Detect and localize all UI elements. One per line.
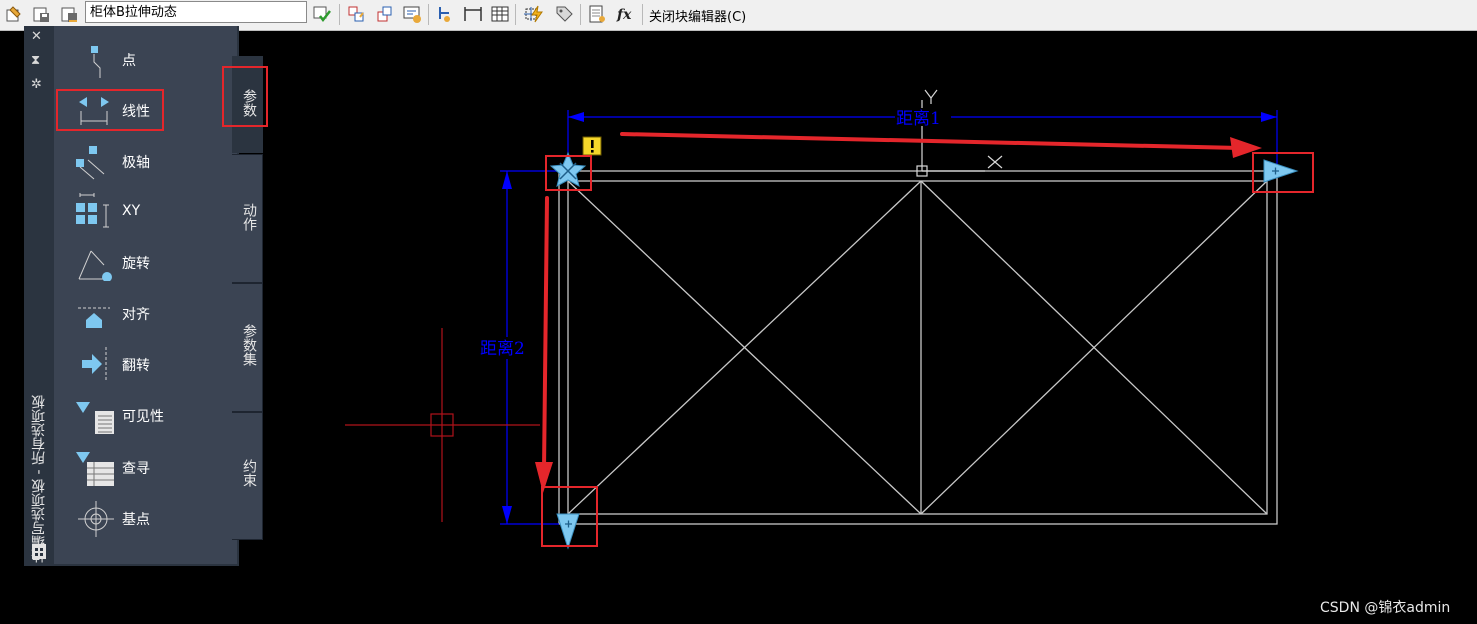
tab-label: 动作 bbox=[241, 203, 257, 231]
watermark: CSDN @锦衣admin bbox=[1320, 600, 1451, 616]
palette-item-alignment[interactable]: 对齐 bbox=[54, 288, 234, 338]
palette-menu-icon[interactable] bbox=[31, 542, 47, 564]
highlight-linear-item bbox=[56, 89, 164, 131]
arrow-horizontal bbox=[620, 132, 1242, 150]
inner-frame bbox=[567, 180, 1268, 515]
warning-badge-icon bbox=[582, 136, 602, 156]
visibility-parameter-icon bbox=[76, 402, 114, 434]
flip-parameter-icon bbox=[82, 347, 107, 381]
distance1-label[interactable]: 距离1 bbox=[896, 109, 941, 129]
alignment-parameter-icon bbox=[78, 307, 110, 328]
palette-item-polar[interactable]: 极轴 bbox=[54, 136, 234, 186]
palette-item-rotation[interactable]: 旋转 bbox=[54, 237, 234, 287]
palette-item-xy[interactable]: XY bbox=[54, 187, 234, 237]
palette-item-label: 查寻 bbox=[122, 461, 150, 477]
palette-item-lookup[interactable]: 查寻 bbox=[54, 442, 234, 492]
palette-title: 块编写选项板 - 所有选项板 bbox=[31, 395, 47, 563]
xy-parameter-icon bbox=[76, 193, 109, 228]
lookup-parameter-icon bbox=[76, 452, 114, 486]
palette-item-flip[interactable]: 翻转 bbox=[54, 339, 234, 389]
palette-title-bar: ✕ ⧗ ✲ 块编写选项板 - 所有选项板 bbox=[24, 26, 54, 566]
annotation-arrows bbox=[535, 132, 1262, 493]
palette-item-label: 对齐 bbox=[122, 307, 150, 323]
palette-item-label: 极轴 bbox=[122, 155, 150, 171]
tab-label: 参数集 bbox=[241, 324, 257, 366]
polar-parameter-icon bbox=[76, 146, 105, 180]
block-geometry bbox=[558, 170, 1278, 525]
point-parameter-icon bbox=[91, 46, 101, 78]
palette-item-basepoint[interactable]: 基点 bbox=[54, 493, 234, 543]
settings-icon[interactable]: ✲ bbox=[31, 78, 42, 92]
palette-item-visibility[interactable]: 可见性 bbox=[54, 390, 234, 440]
ucs-icon bbox=[916, 89, 1003, 177]
palette-item-label: 基点 bbox=[122, 512, 150, 528]
palette-item-label: 翻转 bbox=[122, 358, 150, 374]
tab-constraints[interactable]: 约束 bbox=[232, 412, 263, 540]
palette-item-label: 旋转 bbox=[122, 256, 150, 272]
palette-item-label: 点 bbox=[122, 53, 136, 69]
highlight-parameters-tab bbox=[222, 66, 268, 127]
bottom-stretch-grip-icon bbox=[556, 513, 580, 550]
arrow-vertical-head bbox=[535, 462, 553, 493]
distance2-label[interactable]: 距离2 bbox=[480, 339, 525, 359]
outer-frame bbox=[558, 170, 1278, 525]
arrow-vertical bbox=[542, 196, 549, 472]
palette-item-point[interactable]: 点 bbox=[54, 34, 234, 84]
rotation-parameter-icon bbox=[78, 250, 112, 281]
annotation-highlights bbox=[541, 152, 1314, 547]
right-stretch-grip-icon bbox=[1263, 159, 1299, 183]
close-icon[interactable]: ✕ bbox=[31, 30, 42, 44]
arrow-horizontal-head bbox=[1230, 137, 1262, 158]
palette-item-label: 可见性 bbox=[122, 409, 164, 425]
autohide-icon[interactable]: ⧗ bbox=[31, 54, 40, 68]
basepoint-parameter-icon bbox=[78, 501, 114, 537]
tab-label: 约束 bbox=[241, 459, 257, 487]
palette-item-label: XY bbox=[122, 203, 141, 219]
tab-parameter-sets[interactable]: 参数集 bbox=[232, 283, 263, 412]
tab-actions[interactable]: 动作 bbox=[232, 154, 263, 283]
